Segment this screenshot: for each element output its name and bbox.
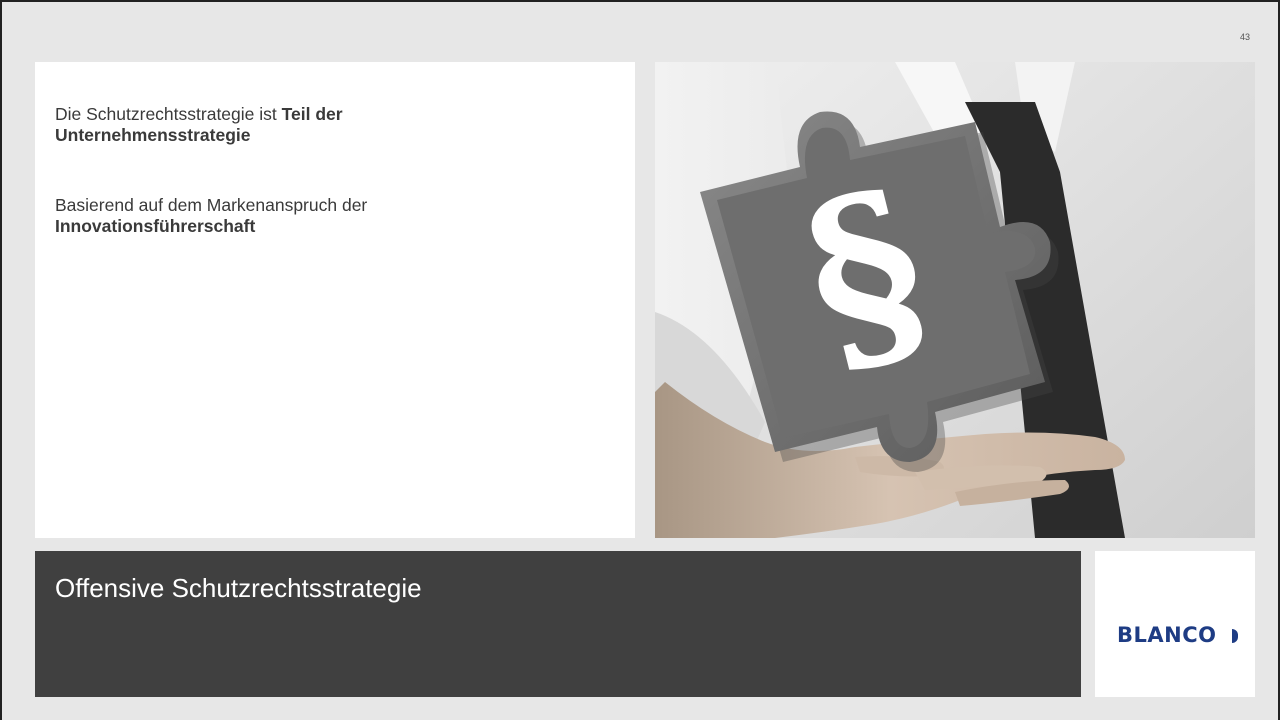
slide-title: Offensive Schutzrechtsstrategie [55,573,422,603]
logo-panel: BLANCO [1095,551,1255,697]
statement-innovation-bold: Innovationsführerschaft [55,216,256,236]
puzzle-hand-illustration: § [655,62,1255,538]
blanco-logo: BLANCO [1117,623,1217,647]
logo-mark-icon [1232,629,1238,643]
page-number: 43 [1239,32,1250,42]
slide: 43 Die Schutzrechtsstrategie ist Teil de… [0,0,1280,720]
statement-strategy: Die Schutzrechtsstrategie ist Teil der U… [55,104,535,146]
paragraph-puzzle-photo: § [655,62,1255,538]
statement-innovation: Basierend auf dem Markenanspruch der Inn… [55,195,535,237]
statement-innovation-text: Basierend auf dem Markenanspruch der [55,195,368,215]
text-panel: Die Schutzrechtsstrategie ist Teil der U… [35,62,635,538]
title-bar: Offensive Schutzrechtsstrategie [35,551,1081,697]
statement-strategy-text: Die Schutzrechtsstrategie ist [55,104,282,124]
